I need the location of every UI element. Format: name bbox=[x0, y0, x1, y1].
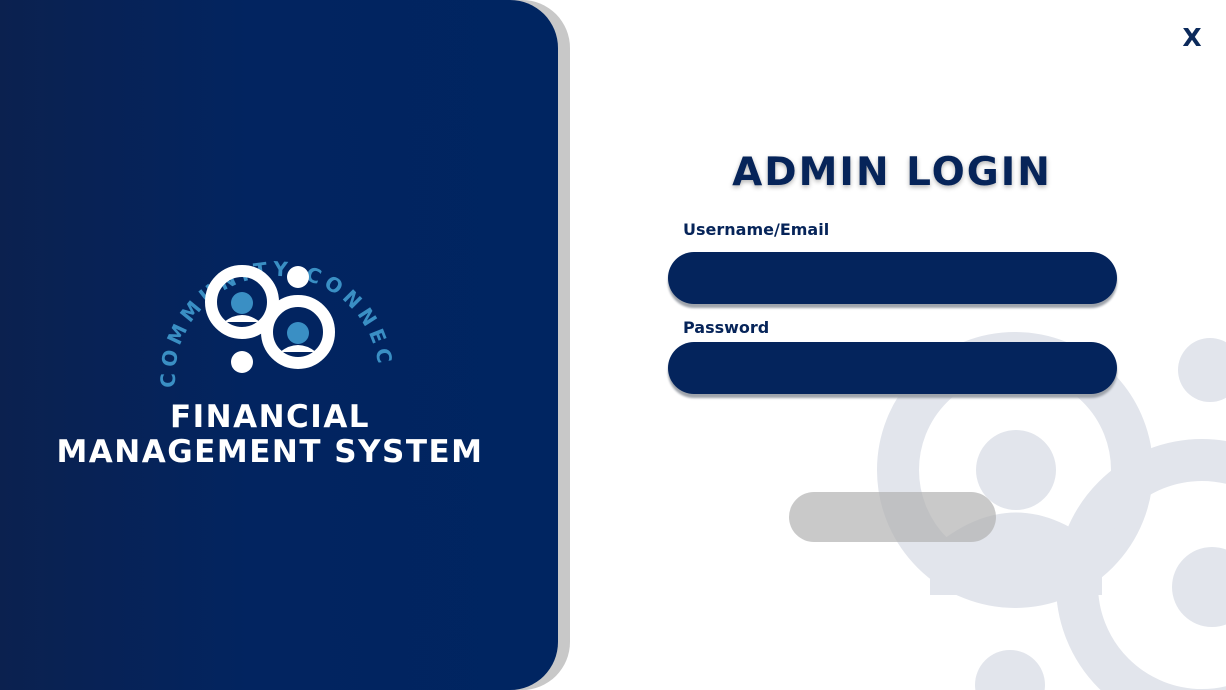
login-button[interactable] bbox=[789, 492, 996, 542]
close-button[interactable]: X bbox=[1176, 22, 1208, 54]
branding-panel: COMMUNITY CONNECT FINANCIAL MANAGEMENT S… bbox=[0, 0, 558, 690]
username-label: Username/Email bbox=[683, 220, 830, 239]
system-name-line-2: MANAGEMENT SYSTEM bbox=[56, 434, 484, 470]
password-label: Password bbox=[683, 318, 770, 337]
password-input[interactable] bbox=[668, 342, 1117, 394]
username-input[interactable] bbox=[668, 252, 1117, 304]
system-name-line-1: FINANCIAL bbox=[169, 399, 371, 435]
login-title: ADMIN LOGIN bbox=[732, 150, 1052, 195]
community-connect-logo-icon: COMMUNITY CONNECT bbox=[150, 200, 393, 388]
